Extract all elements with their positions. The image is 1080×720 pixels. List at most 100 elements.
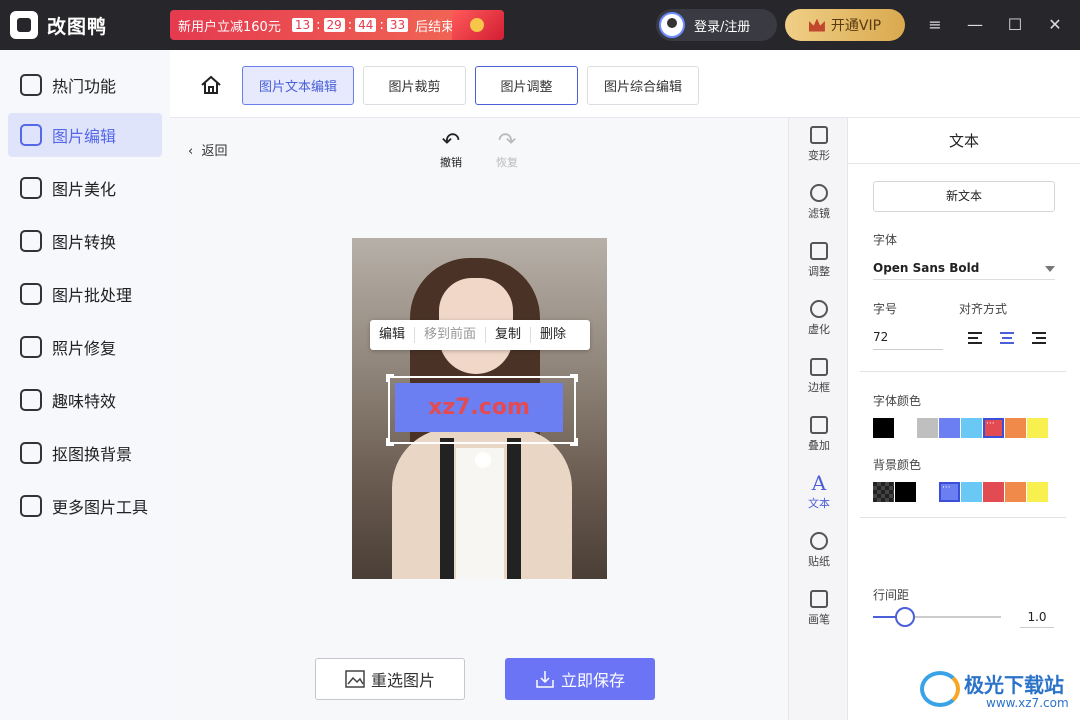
font-select[interactable]: Open Sans Bold [873, 258, 1055, 280]
save-label: 立即保存 [560, 671, 625, 690]
tool-filter[interactable]: 滤镜 [789, 184, 849, 221]
new-text-button[interactable]: 新文本 [873, 181, 1055, 212]
resize-handle[interactable] [570, 438, 578, 446]
font-size-input[interactable]: 72 [873, 326, 943, 350]
tool-sticker[interactable]: 贴纸 [789, 532, 849, 569]
undo-icon: ↶ [441, 129, 461, 154]
tool-overlay[interactable]: 叠加 [789, 416, 849, 453]
align-right-icon[interactable] [1032, 332, 1046, 344]
login-button[interactable]: 登录/注册 [656, 9, 777, 41]
redo-label: 恢复 [496, 156, 518, 169]
tool-blur[interactable]: 虚化 [789, 300, 849, 337]
back-button[interactable]: ‹ 返回 [188, 140, 227, 159]
tool-label: 滤镜 [808, 207, 830, 220]
tool-label: 变形 [808, 149, 830, 162]
bg-color-swatch[interactable] [1027, 482, 1048, 502]
bg-color-swatch[interactable] [895, 482, 916, 502]
app-logo-icon [10, 11, 38, 39]
context-bring-front[interactable]: 移到前面 [415, 327, 487, 343]
sidebar-item-label: 抠图换背景 [52, 445, 133, 464]
countdown-minutes: 29 [323, 18, 345, 32]
tool-adjust[interactable]: 调整 [789, 242, 849, 279]
bg-color-swatch[interactable] [1005, 482, 1026, 502]
vip-button[interactable]: 开通VIP [785, 9, 905, 41]
tab-image-adjust[interactable]: 图片调整 [475, 66, 578, 105]
countdown-hours: 13 [291, 18, 314, 32]
sidebar-item-label: 热门功能 [52, 77, 117, 96]
bg-color-swatch[interactable] [917, 482, 938, 502]
redo-button[interactable]: ↷ 恢复 [487, 130, 527, 170]
tab-image-composite-edit[interactable]: 图片综合编辑 [587, 66, 699, 105]
line-spacing-slider-handle[interactable] [895, 607, 915, 627]
resize-handle[interactable] [386, 374, 394, 382]
sidebar-item-repair[interactable]: 照片修复 [8, 325, 162, 369]
bg-color-swatches [873, 482, 1048, 502]
undo-button[interactable]: ↶ 撤销 [431, 130, 471, 170]
font-color-swatch[interactable] [1005, 418, 1026, 438]
countdown-seconds: 44 [355, 18, 377, 32]
tab-image-crop[interactable]: 图片裁剪 [363, 66, 466, 105]
resize-handle[interactable] [386, 438, 394, 446]
home-icon[interactable] [200, 75, 222, 95]
menu-icon[interactable]: ≡ [925, 15, 945, 35]
close-icon[interactable]: ✕ [1045, 15, 1065, 35]
sidebar-item-convert[interactable]: 图片转换 [8, 219, 162, 263]
minimize-icon[interactable]: — [965, 15, 985, 35]
promo-banner[interactable]: 新用户立减160元 13: 29: 44: 33 后结束 [170, 10, 504, 40]
tool-label: 边框 [808, 381, 830, 394]
font-color-swatch[interactable] [983, 418, 1004, 438]
context-delete[interactable]: 删除 [531, 327, 575, 343]
context-copy[interactable]: 复制 [486, 327, 532, 343]
border-icon [810, 358, 828, 376]
context-edit[interactable]: 编辑 [370, 327, 416, 343]
image-icon [345, 670, 365, 688]
align-label: 对齐方式 [959, 302, 1008, 316]
sidebar-item-more-tools[interactable]: 更多图片工具 [8, 484, 162, 528]
resize-handle[interactable] [570, 374, 578, 382]
crown-icon [808, 18, 825, 32]
font-color-swatch[interactable] [939, 418, 960, 438]
tool-transform[interactable]: 变形 [789, 126, 849, 163]
sidebar-item-effects[interactable]: 趣味特效 [8, 378, 162, 422]
font-color-swatch[interactable] [895, 418, 916, 438]
rotate-handle[interactable] [475, 452, 491, 468]
countdown-centis: 33 [386, 18, 409, 32]
bg-color-swatch[interactable] [961, 482, 982, 502]
tool-label: 调整 [808, 265, 830, 278]
adjust-icon [810, 242, 828, 260]
repair-icon [20, 336, 42, 358]
maximize-icon[interactable]: ☐ [1005, 15, 1025, 35]
font-color-swatch[interactable] [961, 418, 982, 438]
redo-icon: ↷ [497, 129, 517, 154]
align-center-icon[interactable] [1000, 332, 1014, 344]
watermark-title: 极光下载站 [964, 673, 1064, 697]
sidebar-item-image-edit[interactable]: 图片编辑 [8, 113, 162, 157]
cutout-icon [20, 442, 42, 464]
tool-border[interactable]: 边框 [789, 358, 849, 395]
reselect-image-button[interactable]: 重选图片 [315, 658, 465, 700]
text-layer[interactable]: xz7.com [395, 383, 563, 432]
sidebar-item-label: 趣味特效 [52, 392, 117, 411]
sidebar-item-beautify[interactable]: 图片美化 [8, 166, 162, 210]
tool-brush[interactable]: 画笔 [789, 590, 849, 627]
bg-color-swatch[interactable] [983, 482, 1004, 502]
app-name: 改图鸭 [47, 16, 108, 38]
sidebar-item-batch[interactable]: 图片批处理 [8, 272, 162, 316]
text-properties-panel: 文本 新文本 字体 Open Sans Bold 字号 对齐方式 72 字体颜色… [848, 118, 1080, 720]
tab-image-text-edit[interactable]: 图片文本编辑 [242, 66, 354, 105]
tool-strip: 变形 滤镜 调整 虚化 边框 叠加 A 文本 贴纸 画笔 [788, 118, 848, 720]
magic-icon [20, 389, 42, 411]
red-envelope-icon [452, 10, 504, 40]
bg-color-swatch[interactable] [873, 482, 894, 502]
align-left-icon[interactable] [968, 332, 982, 344]
line-spacing-value[interactable]: 1.0 [1020, 606, 1054, 628]
font-color-swatch[interactable] [917, 418, 938, 438]
sidebar-item-cutout[interactable]: 抠图换背景 [8, 431, 162, 475]
font-color-swatch[interactable] [1027, 418, 1048, 438]
sidebar-item-hot[interactable]: 热门功能 [8, 63, 162, 107]
font-color-swatch[interactable] [873, 418, 894, 438]
sidebar-item-label: 图片转换 [52, 233, 117, 252]
tool-text[interactable]: A 文本 [789, 473, 849, 511]
save-button[interactable]: 立即保存 [505, 658, 655, 700]
bg-color-swatch[interactable] [939, 482, 960, 502]
